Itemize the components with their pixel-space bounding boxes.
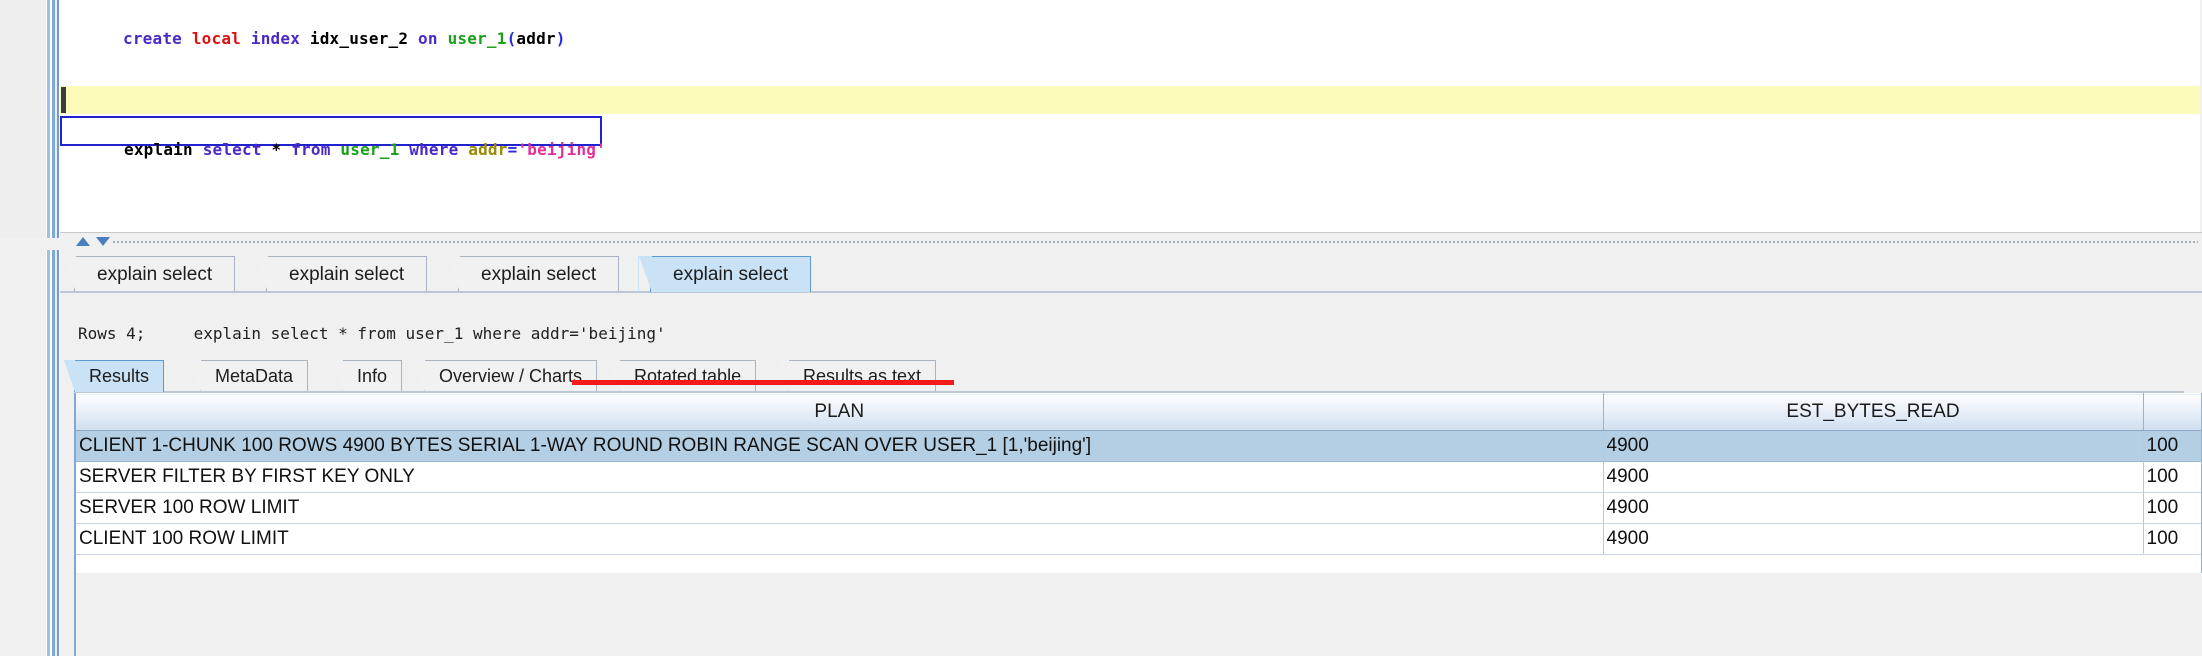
result-tab-3[interactable]: explain select <box>445 256 620 292</box>
result-tab-1[interactable]: explain select <box>61 256 236 292</box>
view-tab-overview-charts[interactable]: Overview / Charts <box>413 360 598 392</box>
cell-est-bytes-read[interactable]: 4900 <box>1603 492 2144 524</box>
editor-ruler-rail <box>46 0 60 238</box>
annotation-underline <box>572 380 954 385</box>
cell-third[interactable]: 100 <box>2143 523 2201 555</box>
token-operator-eq: = <box>507 140 518 159</box>
cell-third[interactable]: 100 <box>2143 461 2201 493</box>
results-panel: explain select explain select explain se… <box>46 250 2202 656</box>
result-tab-2-label: explain select <box>289 264 405 285</box>
view-tab-results-as-text[interactable]: Results as text <box>777 360 937 392</box>
splitter-grip[interactable] <box>112 240 2198 244</box>
cell-plan[interactable]: CLIENT 1-CHUNK 100 ROWS 4900 BYTES SERIA… <box>76 430 1604 462</box>
results-grid-header-row: PLAN EST_BYTES_READ <box>76 393 2201 431</box>
token-keyword-local: local <box>191 29 242 48</box>
rows-query-text: explain select * from user_1 where addr=… <box>193 324 666 343</box>
token-keyword-select: select <box>202 140 262 159</box>
token-table-name: user_1 <box>447 29 507 48</box>
result-tab-underline <box>60 291 2202 293</box>
cell-est-bytes-read[interactable]: 4900 <box>1603 430 2144 462</box>
rows-summary: Rows 4; explain select * from user_1 whe… <box>78 324 666 343</box>
cell-third[interactable]: 100 <box>2143 430 2201 462</box>
column-header-est-bytes-read[interactable]: EST_BYTES_READ <box>1603 393 2144 431</box>
column-header-third[interactable] <box>2143 393 2201 431</box>
triangle-up-icon[interactable] <box>76 237 90 246</box>
view-tab-rotated-table[interactable]: Rotated table <box>608 360 757 392</box>
token-paren-open: ( <box>506 29 517 48</box>
column-header-plan[interactable]: PLAN <box>76 393 1604 431</box>
view-tab-results[interactable]: Results <box>63 360 165 392</box>
results-body: explain select explain select explain se… <box>60 250 2202 656</box>
result-tab-2[interactable]: explain select <box>253 256 428 292</box>
view-tab-metadata-label: MetaData <box>215 366 294 386</box>
cell-third[interactable]: 100 <box>2143 492 2201 524</box>
triangle-down-icon[interactable] <box>96 237 110 246</box>
sql-statement-create-index[interactable]: create local index idx_user_2 on user_1(… <box>64 10 566 67</box>
table-row[interactable]: CLIENT 1-CHUNK 100 ROWS 4900 BYTES SERIA… <box>76 430 2201 462</box>
results-grid: PLAN EST_BYTES_READ CLIENT 1-CHUNK 100 R… <box>76 393 2201 555</box>
view-tab-info-label: Info <box>357 366 388 386</box>
result-tab-4-label: explain select <box>673 264 789 285</box>
cell-est-bytes-read[interactable]: 4900 <box>1603 523 2144 555</box>
token-column-addr-pred: addr <box>468 140 508 159</box>
panel-splitter[interactable] <box>60 232 2202 251</box>
token-star: * <box>271 140 282 159</box>
focused-statement-box[interactable]: explain select * from user_1 where addr=… <box>60 116 606 159</box>
token-string-beijing: 'beijing' <box>517 140 606 159</box>
result-tab-3-label: explain select <box>481 264 597 285</box>
token-keyword-index: index <box>250 29 301 48</box>
token-column-addr: addr <box>516 29 556 48</box>
results-left-rail <box>46 250 60 656</box>
cell-plan[interactable]: SERVER FILTER BY FIRST KEY ONLY <box>76 461 1604 493</box>
editor-left-gutter <box>0 0 47 238</box>
table-row[interactable]: SERVER 100 ROW LIMIT 4900 100 <box>76 492 2201 524</box>
token-keyword-from: from <box>291 140 331 159</box>
token-keyword-create: create <box>123 29 182 48</box>
token-keyword-explain: explain <box>124 140 193 159</box>
results-grid-empty-area <box>74 573 2202 656</box>
result-tab-strip: explain select explain select explain se… <box>60 256 2202 294</box>
sql-statement-explain-select[interactable]: explain select * from user_1 where addr=… <box>65 121 606 178</box>
current-line-highlight <box>60 86 2202 114</box>
view-tab-info[interactable]: Info <box>331 360 403 392</box>
result-tab-1-label: explain select <box>97 264 213 285</box>
view-tab-overview-charts-label: Overview / Charts <box>439 366 583 386</box>
view-tab-metadata[interactable]: MetaData <box>189 360 309 392</box>
sql-client-window: create local index idx_user_2 on user_1(… <box>0 0 2202 656</box>
cell-est-bytes-read[interactable]: 4900 <box>1603 461 2144 493</box>
token-index-name: idx_user_2 <box>309 29 409 48</box>
text-caret <box>61 87 66 113</box>
token-table-user1: user_1 <box>340 140 400 159</box>
results-grid-wrapper[interactable]: PLAN EST_BYTES_READ CLIENT 1-CHUNK 100 R… <box>74 393 2202 573</box>
view-tab-results-label: Results <box>89 366 150 386</box>
rows-count-label: Rows 4; <box>78 324 146 343</box>
table-row[interactable]: SERVER FILTER BY FIRST KEY ONLY 4900 100 <box>76 461 2201 493</box>
token-keyword-on: on <box>418 29 438 48</box>
result-tab-4[interactable]: explain select <box>637 256 812 292</box>
token-paren-close: ) <box>555 29 566 48</box>
token-keyword-where: where <box>409 140 459 159</box>
table-row[interactable]: CLIENT 100 ROW LIMIT 4900 100 <box>76 523 2201 555</box>
cell-plan[interactable]: CLIENT 100 ROW LIMIT <box>76 523 1604 555</box>
cell-plan[interactable]: SERVER 100 ROW LIMIT <box>76 492 1604 524</box>
